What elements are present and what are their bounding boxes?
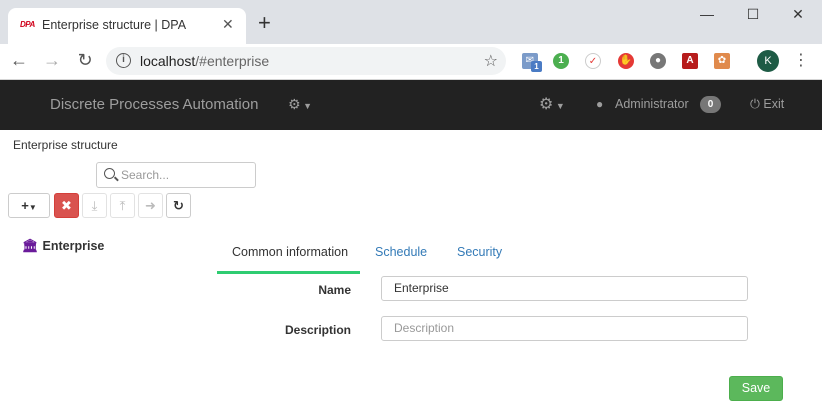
description-label: Description <box>284 323 351 337</box>
import-button[interactable]: ⤓ <box>82 193 107 218</box>
browser-tab[interactable]: DPA Enterprise structure | DPA ✕ <box>8 8 246 44</box>
exit-label: Exit <box>763 97 785 111</box>
red-extension-icon[interactable]: ✓ <box>585 53 601 69</box>
delete-node-button[interactable]: ✖ <box>54 193 79 218</box>
description-field[interactable]: Description <box>381 316 748 341</box>
profile-avatar[interactable]: K <box>757 50 779 72</box>
bicycle-dropdown-icon[interactable]: ⚙ ▼ <box>288 96 312 113</box>
tree-node-label: Enterprise <box>42 239 105 253</box>
user-name[interactable]: Administrator <box>615 97 689 111</box>
name-label: Name <box>318 283 351 297</box>
upload-icon: ⤒ <box>119 198 126 213</box>
power-icon: ⏻ <box>750 97 760 111</box>
pdf-extension-icon[interactable]: A <box>682 53 698 69</box>
download-icon: ⤓ <box>91 198 98 213</box>
tab-schedule[interactable]: Schedule <box>375 238 427 274</box>
tab-common-information[interactable]: Common information <box>217 238 360 274</box>
maximize-icon[interactable]: ☐ <box>743 6 763 23</box>
green-extension-icon[interactable]: 1 <box>553 53 569 69</box>
close-tab-icon[interactable]: ✕ <box>222 16 234 33</box>
minimize-icon[interactable]: — <box>697 6 717 22</box>
tab-title: Enterprise structure | DPA <box>42 18 187 32</box>
user-icon: ● <box>596 97 604 111</box>
save-button[interactable]: Save <box>729 376 783 401</box>
stamp-extension-icon[interactable]: ✿ <box>714 53 730 69</box>
bookmark-star-icon[interactable]: ☆ <box>484 51 498 71</box>
delete-x-icon: ✖ <box>61 198 72 213</box>
refresh-icon: ↻ <box>173 198 184 213</box>
mail-count-badge: 1 <box>531 61 542 72</box>
move-button[interactable]: ➜ <box>138 193 163 218</box>
app-navbar: Discrete Processes Automation ⚙ ▼ ⚙ ▼ ● … <box>0 80 822 130</box>
tree-node-enterprise[interactable]: 🏛 Enterprise <box>22 238 104 254</box>
search-input[interactable]: Search... <box>96 162 256 188</box>
page-title: Enterprise structure <box>13 138 118 152</box>
browser-toolbar: ← → ↻ i localhost/#enterprise ☆ ✉ 1 1 ✓ … <box>0 44 822 80</box>
browser-titlebar: DPA Enterprise structure | DPA ✕ + — ☐ ✕ <box>0 0 822 44</box>
caret-down-icon: ▼ <box>28 203 37 212</box>
adblock-extension-icon[interactable]: ✋ <box>618 53 634 69</box>
site-info-icon[interactable]: i <box>116 53 131 68</box>
plus-icon: + <box>21 198 29 213</box>
add-node-dropdown-button[interactable]: +▼ <box>8 193 50 218</box>
close-window-icon[interactable]: ✕ <box>788 6 808 23</box>
search-icon <box>104 168 115 179</box>
arrow-circle-right-icon: ➜ <box>145 198 156 213</box>
dpa-favicon-icon: DPA <box>20 20 35 29</box>
new-tab-icon[interactable]: + <box>258 12 271 34</box>
back-icon[interactable]: ← <box>8 50 30 71</box>
institution-icon: 🏛 <box>22 238 39 253</box>
settings-dropdown-icon[interactable]: ⚙ ▼ <box>539 94 565 114</box>
forward-icon[interactable]: → <box>41 50 63 71</box>
notification-badge[interactable]: 0 <box>700 96 721 113</box>
url-text: localhost/#enterprise <box>140 53 270 69</box>
refresh-button[interactable]: ↻ <box>166 193 191 218</box>
chrome-menu-icon[interactable]: ⋮ <box>793 50 809 70</box>
grey-extension-icon[interactable]: ● <box>650 53 666 69</box>
export-button[interactable]: ⤒ <box>110 193 135 218</box>
search-placeholder: Search... <box>121 168 170 182</box>
tab-security[interactable]: Security <box>457 238 502 274</box>
reload-icon[interactable]: ↻ <box>74 50 96 71</box>
brand[interactable]: Discrete Processes Automation <box>50 96 258 113</box>
name-field[interactable]: Enterprise <box>381 276 748 301</box>
address-bar[interactable]: i localhost/#enterprise ☆ <box>106 47 506 75</box>
exit-button[interactable]: ⏻ Exit <box>750 97 784 112</box>
